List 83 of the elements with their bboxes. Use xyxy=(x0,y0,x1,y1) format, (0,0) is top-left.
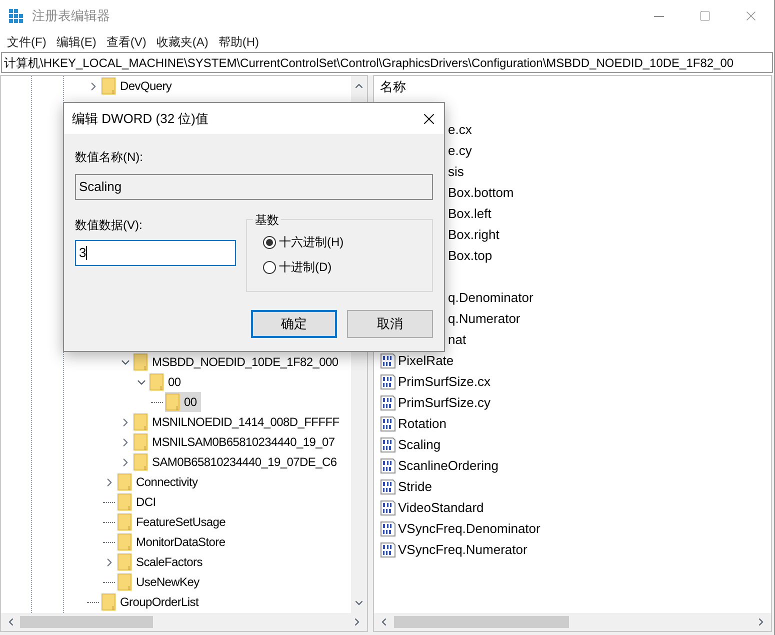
value-name: Box.right xyxy=(448,226,500,244)
value-name: Box.left xyxy=(448,204,492,223)
tree-item[interactable]: Connectivity xyxy=(117,472,202,492)
menu-item[interactable]: 帮助(H) xyxy=(213,33,264,51)
window-title: 注册表编辑器 xyxy=(32,7,110,26)
tree-item[interactable]: MSBDD_NOEDID_10DE_1F82_000 xyxy=(133,352,342,372)
binary-value-icon xyxy=(380,436,396,452)
binary-value-icon xyxy=(380,478,396,494)
address-bar[interactable]: 计算机\HKEY_LOCAL_MACHINE\SYSTEM\CurrentControlSet\Control\GraphicsDrivers\Configuration\MSBDD_NOEDID_10DE_1F82_00 xyxy=(1,52,773,73)
value-name[interactable]: PrimSurfSize.cx xyxy=(398,372,490,392)
value-name[interactable]: Rotation xyxy=(398,414,446,434)
folder-icon xyxy=(117,513,133,531)
menu-item[interactable]: 文件(F) xyxy=(2,33,52,51)
binary-value-icon xyxy=(380,374,396,390)
scrollbar-thumb[interactable] xyxy=(394,616,569,628)
folder-icon xyxy=(149,373,165,391)
value-name[interactable]: Scaling xyxy=(398,434,441,454)
folder-icon xyxy=(117,473,133,491)
radio-button[interactable] xyxy=(263,236,276,248)
tree-item[interactable]: FeatureSetUsage xyxy=(117,512,230,532)
group-label: 基数 xyxy=(253,211,281,229)
horizontal-scrollbar[interactable] xyxy=(374,613,771,631)
folder-icon xyxy=(133,453,149,471)
tree-item[interactable]: ScaleFactors xyxy=(117,552,206,572)
radio-option[interactable]: 十六进制(H) xyxy=(263,234,432,250)
binary-value-icon xyxy=(380,416,396,432)
column-header[interactable]: 名称 xyxy=(380,77,406,97)
value-name[interactable]: Stride xyxy=(398,476,432,496)
value-name[interactable]: PrimSurfSize.cy xyxy=(398,392,490,412)
value-name: nat xyxy=(448,330,466,349)
value-name[interactable]: PixelRate xyxy=(398,350,454,370)
tree-item[interactable]: SAM0B65810234440_19_07DE_C6 xyxy=(133,452,341,472)
menu-item[interactable]: 编辑(E) xyxy=(51,33,102,51)
value-name: q.Numerator xyxy=(448,310,520,328)
dialog-button[interactable]: 取消 xyxy=(347,310,433,338)
field-label: 数值名称(N): xyxy=(75,149,144,164)
tree-item[interactable]: 00 xyxy=(165,392,201,412)
menu-item[interactable]: 收藏夹(A) xyxy=(151,33,214,51)
dialog-button[interactable]: 确定 xyxy=(251,310,337,338)
menu-item[interactable]: 查看(V) xyxy=(101,33,152,51)
value-data-field[interactable]: 3 xyxy=(75,240,236,266)
value-name: e.cy xyxy=(448,142,472,160)
tree-item[interactable]: DCI xyxy=(117,492,160,512)
folder-icon xyxy=(117,573,133,591)
value-name: sis xyxy=(448,162,464,181)
field-label: 数值数据(V): xyxy=(75,217,144,232)
tree-item[interactable]: 00 xyxy=(149,372,185,392)
tree-item[interactable]: DevQuery xyxy=(101,76,176,96)
radio-option[interactable]: 十进制(D) xyxy=(263,259,432,275)
maximize-icon xyxy=(699,10,711,22)
value-name: q.Denominator xyxy=(448,288,534,307)
folder-icon xyxy=(101,593,117,611)
scrollbar-thumb[interactable] xyxy=(20,616,153,628)
horizontal-scrollbar[interactable] xyxy=(1,613,367,631)
tree-item[interactable]: MonitorDataStore xyxy=(117,532,230,552)
folder-icon xyxy=(133,353,149,371)
binary-value-icon xyxy=(380,542,396,558)
value-name: Box.bottom xyxy=(448,184,514,202)
folder-icon xyxy=(165,393,181,411)
value-name[interactable]: ScanlineOrdering xyxy=(398,456,498,476)
folder-icon xyxy=(117,493,133,511)
value-name[interactable]: VideoStandard xyxy=(398,498,484,518)
folder-icon xyxy=(133,413,149,431)
radio-button[interactable] xyxy=(263,260,276,274)
value-name[interactable]: VSyncFreq.Numerator xyxy=(398,540,528,560)
folder-icon xyxy=(101,77,117,95)
folder-icon xyxy=(133,433,149,451)
value-name: e.cx xyxy=(448,120,472,139)
tree-item[interactable]: MSNILNOEDID_1414_008D_FFFFF xyxy=(133,412,344,432)
tree-item[interactable]: MSNILSAM0B65810234440_19_07 xyxy=(133,432,339,452)
folder-icon xyxy=(117,553,133,571)
folder-icon xyxy=(117,533,133,551)
binary-value-icon xyxy=(380,500,396,516)
binary-value-icon xyxy=(380,458,396,474)
dialog-title: 编辑 DWORD (32 位)值 xyxy=(72,110,208,128)
value-name-field[interactable]: Scaling xyxy=(75,174,433,200)
value-name: Box.top xyxy=(448,246,492,265)
binary-value-icon xyxy=(380,520,396,536)
binary-value-icon xyxy=(380,394,396,410)
value-name[interactable]: VSyncFreq.Denominator xyxy=(398,518,540,538)
app-icon xyxy=(8,8,24,24)
tree-item[interactable]: GroupOrderList xyxy=(101,592,202,612)
tree-item[interactable]: UseNewKey xyxy=(117,572,204,592)
